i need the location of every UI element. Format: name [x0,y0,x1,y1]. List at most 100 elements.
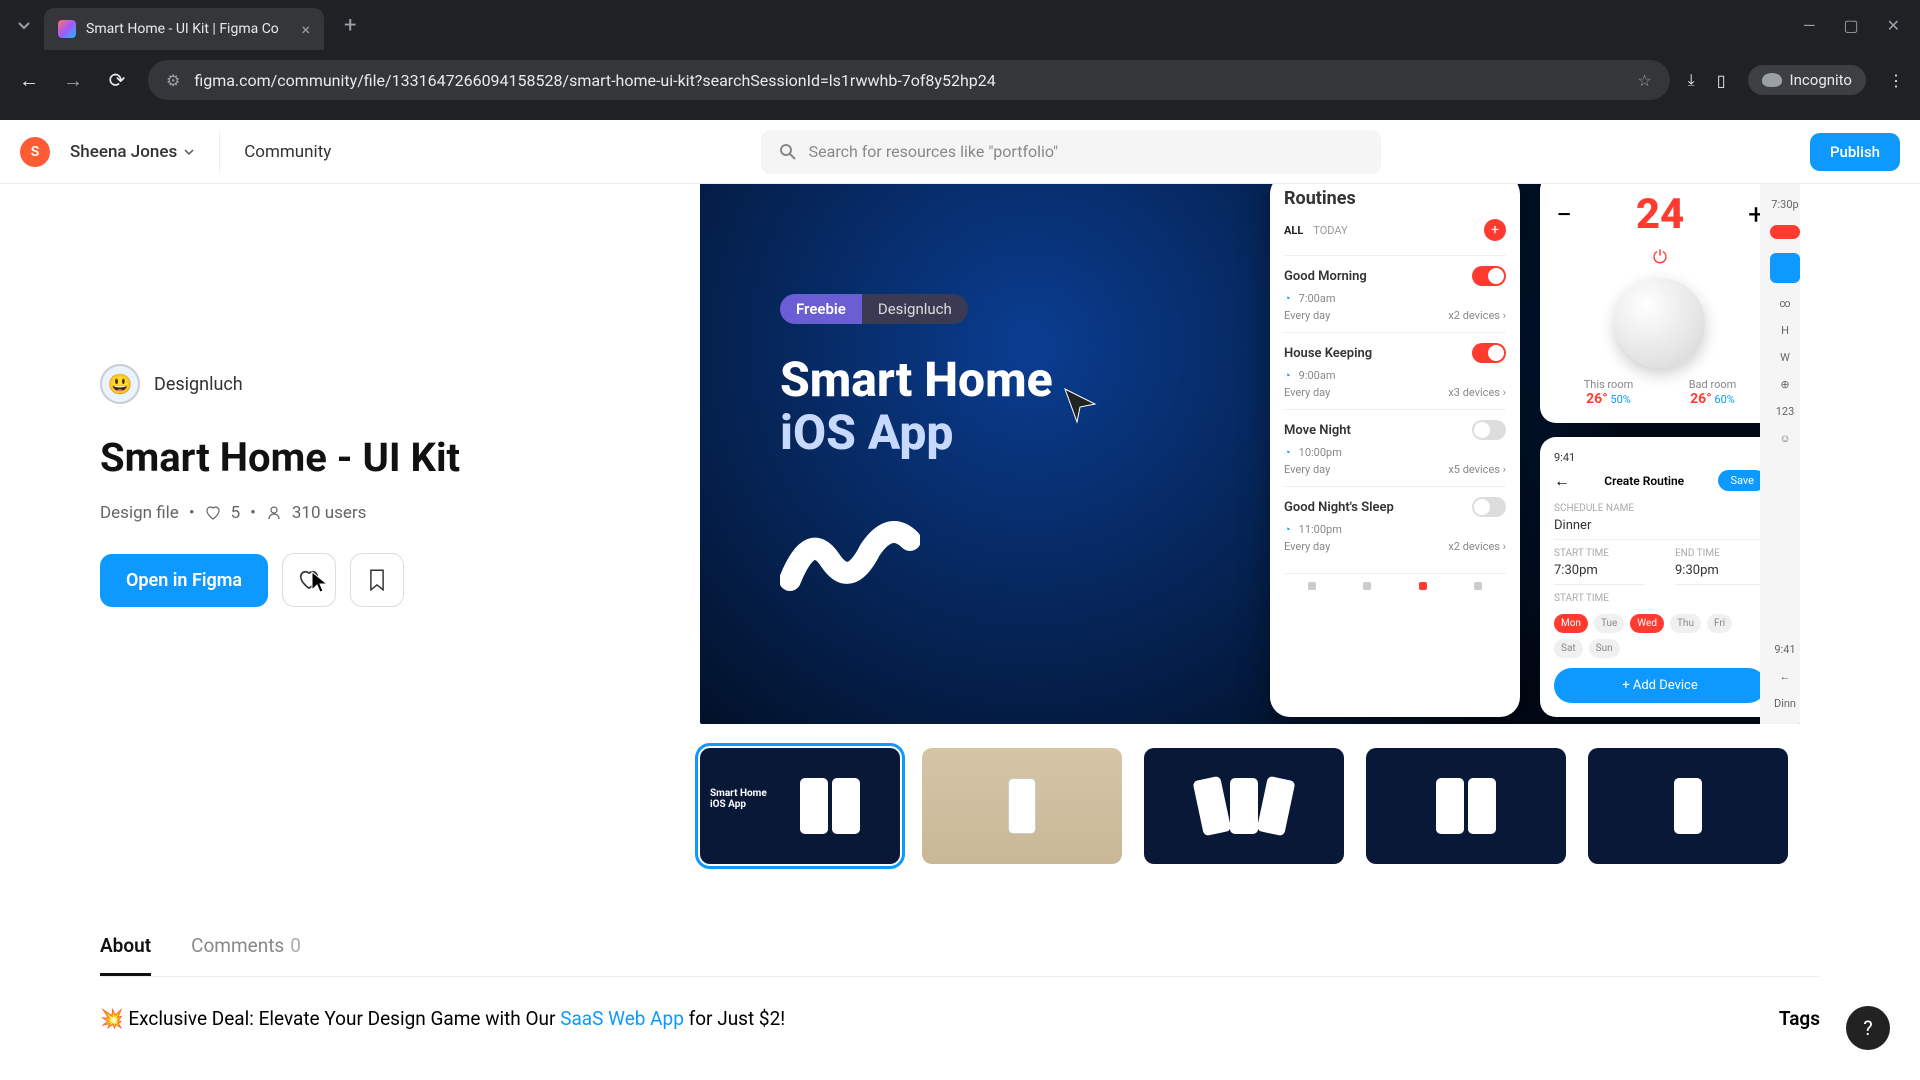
incognito-badge[interactable]: Incognito [1748,65,1866,95]
tags-heading: Tags [1779,1007,1820,1030]
browser-chrome: Smart Home - UI Kit | Figma Co × + — ▢ ✕… [0,0,1920,120]
routine-item: Good Night's Sleep ◔11:00pm Every dayx2 … [1284,486,1506,563]
hero-line1: Smart Home [780,354,1053,407]
phone-tabbar [1284,573,1506,590]
back-arrow-icon: ← [1554,471,1570,491]
create-routine-card: 9:41 ← Create Routine Save SCHEDULE NAME… [1540,437,1780,717]
freebie-badge: Freebie [780,294,862,324]
search-input[interactable]: Search for resources like "portfolio" [761,130,1381,174]
reader-icon[interactable]: ▯ [1717,71,1726,90]
user-menu[interactable]: Sheena Jones [70,142,195,162]
like-count: 5 [231,503,241,523]
resource-title: Smart Home - UI Kit [100,434,640,481]
side-strip: 7:30p ∞ H W ⊕ 123 ☺ 9:41 ← Dinn [1760,184,1800,724]
user-count: 310 users [292,503,367,523]
hero-text: Freebie Designluch Smart Home iOS App [700,184,1053,724]
toggle-icon [1472,420,1506,440]
tab-bar: Smart Home - UI Kit | Figma Co × + — ▢ ✕ [0,0,1920,50]
thumbnail-1[interactable]: Smart HomeiOS App [700,748,900,864]
address-bar: ← → ⟳ ⚙ figma.com/community/file/1331647… [0,50,1920,110]
figma-favicon-icon [58,20,76,38]
tab-comments[interactable]: Comments0 [191,934,301,976]
promo-emoji-icon: 💥 [100,1007,124,1030]
minus-icon: − [1556,198,1572,231]
promo-row: 💥 Exclusive Deal: Elevate Your Design Ga… [0,977,1920,1060]
help-button[interactable]: ? [1846,1006,1890,1050]
tab-search-icon[interactable] [12,13,36,37]
close-window-icon[interactable]: ✕ [1887,16,1900,35]
url-field[interactable]: ⚙ figma.com/community/file/1331647266094… [148,60,1670,100]
thermo-column: − 24 + ⏻ This room26° 50% Bad room26° 60… [1540,184,1780,717]
file-type: Design file [100,503,179,523]
routines-phone: Routines ALL TODAY + Good Morning ◔7:00a… [1270,184,1520,717]
author-row[interactable]: 😃 Designluch [100,364,640,404]
toggle-icon [1472,343,1506,363]
open-in-figma-button[interactable]: Open in Figma [100,554,268,607]
bookmark-button[interactable] [350,553,404,607]
search-icon [779,143,797,161]
clock-icon: ◔ [1284,446,1291,459]
tab-close-icon[interactable]: × [301,20,310,39]
maximize-icon[interactable]: ▢ [1843,16,1858,35]
browser-menu-icon[interactable]: ⋮ [1888,71,1904,90]
add-routine-icon: + [1484,219,1506,241]
hero-line2: iOS App [780,407,1053,460]
site-settings-icon[interactable]: ⚙ [166,71,180,90]
routine-item: House Keeping ◔9:00am Every dayx3 device… [1284,332,1506,409]
temperature-value: 24 [1636,190,1684,239]
new-tab-button[interactable]: + [344,13,356,38]
minimize-icon[interactable]: — [1803,16,1816,35]
users-icon [266,505,282,521]
clock-icon: ◔ [1284,292,1291,305]
publish-button[interactable]: Publish [1810,133,1900,171]
chip-all: ALL [1284,224,1303,237]
actions-row: Open in Figma [100,553,640,607]
content-tabs: About Comments0 [0,864,1920,977]
toggle-icon [1472,266,1506,286]
thumbnail-row: Smart HomeiOS App [700,748,1820,864]
pill-icon [1770,225,1800,239]
main-content: 😃 Designluch Smart Home - UI Kit Design … [0,184,1920,864]
routine-item: Good Morning ◔7:00am Every dayx2 devices… [1284,255,1506,332]
save-pill: Save [1718,470,1766,491]
preview-column: Freebie Designluch Smart Home iOS App Ro… [700,184,1820,864]
incognito-icon [1762,73,1782,87]
author-badge: Designluch [862,294,968,324]
routine-item: Move Night ◔10:00pm Every dayx5 devices … [1284,409,1506,486]
squiggle-icon [780,510,920,600]
promo-link[interactable]: SaaS Web App [560,1007,684,1030]
resource-info: 😃 Designluch Smart Home - UI Kit Design … [100,184,640,864]
figma-header: S Sheena Jones Community Search for reso… [0,120,1920,184]
divider [219,132,220,172]
downloads-icon[interactable]: ⤓ [1688,70,1695,90]
phone-mockups: Routines ALL TODAY + Good Morning ◔7:00a… [1270,184,1780,717]
chevron-down-icon [183,146,195,158]
thumbnail-2[interactable] [922,748,1122,864]
forward-button: → [60,68,86,93]
bookmark-star-icon[interactable]: ☆ [1637,71,1651,90]
tab-about[interactable]: About [100,934,151,976]
url-text: figma.com/community/file/133164726609415… [194,71,1623,90]
meta-row: Design file • 5 • 310 users [100,503,640,523]
like-button[interactable] [282,553,336,607]
hero-preview[interactable]: Freebie Designluch Smart Home iOS App Ro… [700,184,1800,724]
clock-icon: ◔ [1284,523,1291,536]
thumbnail-3[interactable] [1144,748,1344,864]
chip-today: TODAY [1313,224,1347,237]
user-avatar[interactable]: S [20,137,50,167]
routines-title: Routines [1284,188,1506,209]
thermostat-knob [1615,278,1705,368]
search-placeholder: Search for resources like "portfolio" [809,142,1058,161]
thermostat-card: − 24 + ⏻ This room26° 50% Bad room26° 60… [1540,184,1780,423]
power-icon: ⏻ [1556,247,1764,268]
browser-tab[interactable]: Smart Home - UI Kit | Figma Co × [44,8,324,50]
thumbnail-5[interactable] [1588,748,1788,864]
add-device-button: + Add Device [1554,668,1766,703]
thumbnail-4[interactable] [1366,748,1566,864]
reload-button[interactable]: ⟳ [104,68,130,92]
author-name: Designluch [154,374,243,395]
back-button[interactable]: ← [16,68,42,93]
blue-block-icon [1770,253,1800,283]
toggle-icon [1472,497,1506,517]
community-link[interactable]: Community [244,142,331,162]
